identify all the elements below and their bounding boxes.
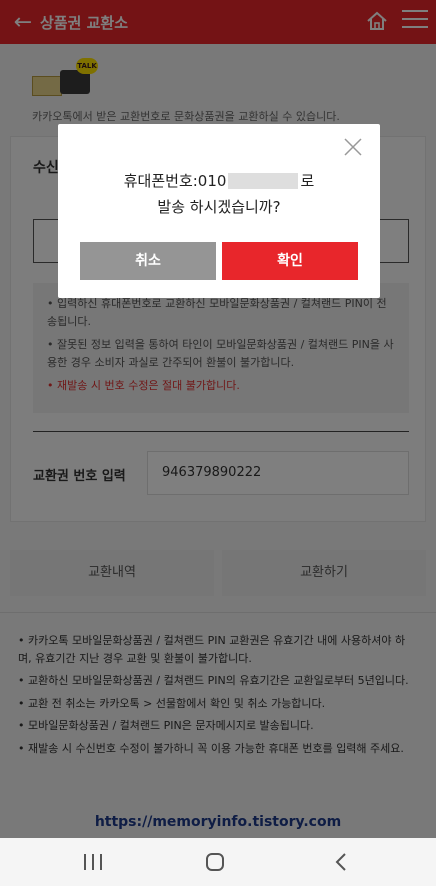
home-circle-icon[interactable] — [206, 853, 224, 871]
masked-number — [228, 173, 299, 189]
confirm-dialog: 휴대폰번호:010 로 발송 하시겠습니까? 취소 확인 — [58, 124, 380, 298]
dialog-line1-suffix: 로 — [300, 172, 315, 190]
back-chevron-icon[interactable] — [334, 852, 348, 872]
dialog-line1-prefix: 휴대폰번호:010 — [123, 172, 227, 190]
recent-apps-icon[interactable] — [84, 854, 102, 870]
confirm-button[interactable]: 확인 — [222, 242, 358, 280]
dialog-message: 휴대폰번호:010 로 발송 하시겠습니까? — [58, 168, 380, 221]
cancel-button[interactable]: 취소 — [80, 242, 216, 280]
system-navbar — [0, 838, 436, 886]
close-icon[interactable] — [344, 138, 362, 156]
dialog-line2: 발송 하시겠습니까? — [157, 198, 281, 217]
